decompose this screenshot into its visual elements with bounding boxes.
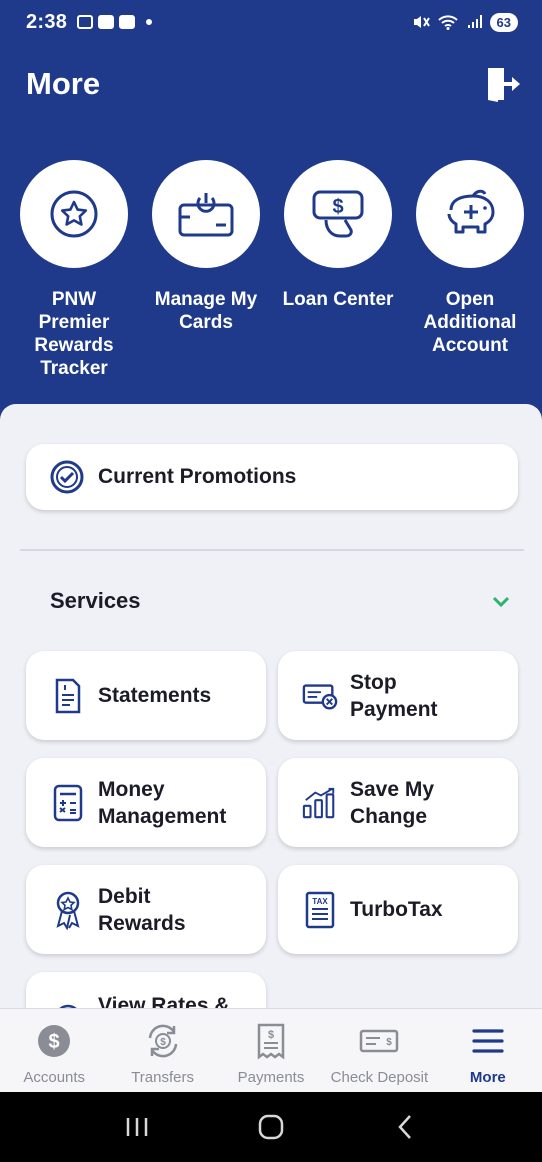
rates-icon — [50, 998, 86, 1008]
recent-apps-icon — [126, 1118, 148, 1136]
check-icon: $ — [359, 1021, 399, 1061]
service-stop-payment[interactable]: Stop Payment — [278, 651, 518, 740]
svg-text:$: $ — [49, 1031, 60, 1053]
nav-more[interactable]: More — [434, 1009, 542, 1092]
battery-level: 63 — [489, 12, 518, 32]
logout-icon[interactable] — [484, 64, 524, 104]
card-power-icon — [178, 193, 234, 237]
star-badge-icon — [50, 190, 98, 238]
growth-bars-icon — [302, 783, 338, 823]
nav-label: Accounts — [23, 1069, 86, 1086]
bottom-nav: $ Accounts $ Transfers $ Payments $ Chec… — [0, 1008, 542, 1092]
more-notifications-icon — [146, 19, 153, 25]
svg-text:$: $ — [387, 1037, 393, 1048]
system-nav-bar — [0, 1092, 542, 1162]
header: More PNW Premier Rewards Tracker Manage … — [0, 44, 542, 444]
service-label: Statements — [98, 684, 212, 707]
services-section-toggle[interactable]: Services — [50, 588, 512, 614]
svg-text:$: $ — [332, 196, 343, 218]
services-grid: Statements Stop Payment Money Management… — [26, 651, 518, 1008]
quick-action-label: PNW Premier Rewards Tracker — [34, 289, 114, 379]
nav-transfers[interactable]: $ Transfers — [108, 1009, 216, 1092]
service-label: Stop Payment — [350, 670, 438, 721]
signal-icon — [467, 15, 482, 28]
youtube-icon — [119, 15, 136, 29]
quick-action-circle: $ — [284, 160, 392, 268]
svg-text:$: $ — [268, 1029, 274, 1041]
check-circle-icon — [50, 460, 84, 494]
quick-action-loan-center[interactable]: $ Loan Center — [282, 160, 394, 380]
wifi-icon — [437, 15, 458, 30]
service-debit-rewards[interactable]: Debit Rewards — [26, 865, 266, 954]
quick-action-circle — [20, 160, 128, 268]
service-turbotax[interactable]: TAX TurboTax — [278, 865, 518, 954]
nav-accounts[interactable]: $ Accounts — [0, 1009, 108, 1092]
service-money-management[interactable]: Money Management — [26, 758, 266, 847]
notification-icons — [77, 15, 153, 29]
home-icon — [258, 1114, 284, 1140]
svg-text:$: $ — [160, 1037, 166, 1048]
dollar-circle-icon: $ — [34, 1021, 74, 1061]
service-view-rates[interactable]: View Rates & — [26, 972, 266, 1008]
nav-label: Check Deposit — [330, 1069, 429, 1086]
bill-icon: $ — [251, 1021, 291, 1061]
nav-label: Transfers — [131, 1069, 194, 1086]
home-button[interactable] — [241, 1102, 301, 1152]
recent-apps-button[interactable] — [107, 1102, 167, 1152]
quick-action-rewards-tracker[interactable]: PNW Premier Rewards Tracker — [18, 160, 130, 380]
transfer-cycle-icon: $ — [143, 1021, 183, 1061]
quick-action-label: Manage My Cards — [154, 289, 258, 333]
calculator-icon — [50, 783, 86, 823]
service-label: Money Management — [98, 777, 227, 828]
quick-action-manage-cards[interactable]: Manage My Cards — [150, 160, 262, 380]
nav-payments[interactable]: $ Payments — [217, 1009, 325, 1092]
piggy-bank-icon — [447, 189, 495, 234]
quick-action-circle — [152, 160, 260, 268]
content-sheet: Current Promotions Services Statements S… — [0, 404, 542, 1008]
divider — [20, 549, 524, 551]
nav-check-deposit[interactable]: $ Check Deposit — [325, 1009, 433, 1092]
nav-label: Payments — [237, 1069, 305, 1086]
chevron-down-icon — [492, 596, 510, 608]
hand-money-icon: $ — [312, 190, 364, 238]
promo-label: Current Promotions — [98, 465, 297, 488]
current-promotions-button[interactable]: Current Promotions — [26, 444, 518, 510]
status-bar: 2:38 63 — [0, 0, 542, 44]
service-label: Debit Rewards — [98, 884, 186, 935]
service-label: TurboTax — [350, 898, 443, 921]
status-time: 2:38 — [26, 10, 68, 33]
svg-text:TAX: TAX — [312, 897, 328, 906]
menu-icon — [468, 1021, 508, 1061]
quick-action-label: Open Additional Account — [423, 289, 517, 356]
page-title: More — [26, 66, 101, 101]
tax-form-icon: TAX — [302, 890, 338, 930]
service-save-my-change[interactable]: Save My Change — [278, 758, 518, 847]
back-button[interactable] — [375, 1102, 435, 1152]
back-icon — [398, 1115, 411, 1139]
service-label: View Rates & — [98, 994, 230, 1008]
system-icons: 63 — [412, 12, 518, 32]
section-title: Services — [50, 588, 141, 613]
mail-icon — [98, 15, 115, 29]
quick-action-circle — [416, 160, 524, 268]
service-label: Save My Change — [350, 777, 435, 828]
quick-action-open-account[interactable]: Open Additional Account — [414, 160, 526, 380]
mute-icon — [413, 16, 430, 28]
document-icon — [50, 676, 86, 716]
quick-actions: PNW Premier Rewards Tracker Manage My Ca… — [18, 160, 526, 380]
nav-label: More — [469, 1069, 506, 1086]
check-cancel-icon — [302, 676, 338, 716]
ribbon-award-icon — [50, 890, 86, 930]
quick-action-label: Loan Center — [282, 289, 394, 310]
service-statements[interactable]: Statements — [26, 651, 266, 740]
screenshot-icon — [77, 15, 94, 29]
